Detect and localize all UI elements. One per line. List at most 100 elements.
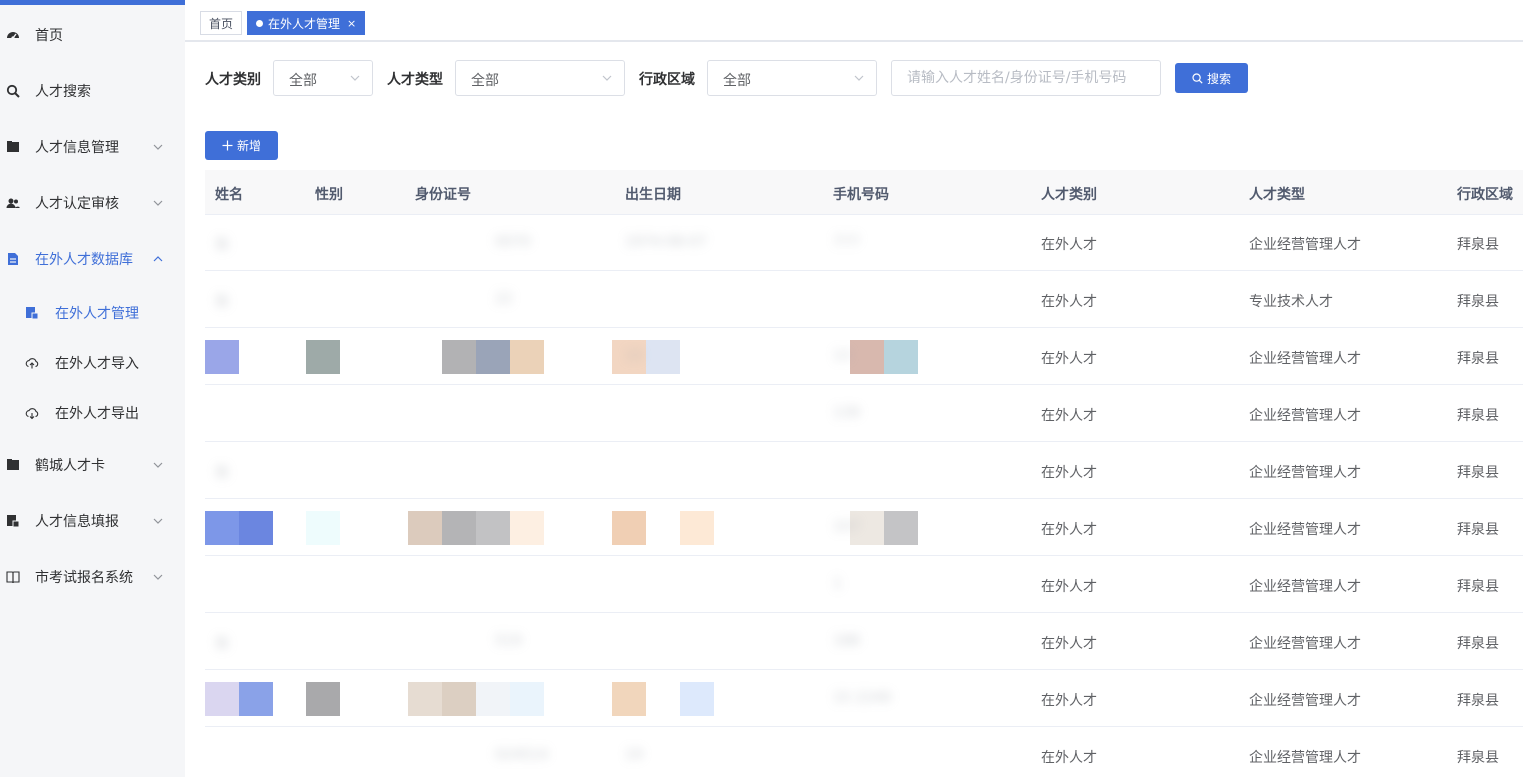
search-input[interactable] [891, 60, 1161, 96]
cell-phone: 1 [833, 576, 842, 592]
cell-region: 拜泉县 [1457, 693, 1499, 709]
add-button[interactable]: 新增 [205, 131, 278, 160]
tab-label: 首页 [209, 16, 234, 31]
column-header-region: 行政区域 [1457, 187, 1513, 203]
tab-home[interactable]: 首页 [200, 11, 243, 35]
redaction-mosaic-block [510, 340, 544, 374]
list-icon [25, 306, 39, 320]
chevron-down-icon [152, 459, 164, 471]
redaction-mosaic-block [205, 682, 239, 716]
tab-external-talent-manage[interactable]: 在外人才管理 × [247, 11, 366, 35]
cell-region: 拜泉县 [1457, 750, 1499, 766]
cell-name: 张 [215, 636, 229, 652]
category-filter-label: 人才类别 [205, 72, 261, 88]
table-row[interactable]: 15 2249 在外人才 企业经营管理人才 拜泉县 [205, 670, 1523, 727]
category-select-value: 全部 [289, 73, 317, 89]
cell-type: 企业经营管理人才 [1249, 693, 1361, 709]
cell-category: 在外人才 [1041, 522, 1097, 538]
sidebar-subitem-external-talent-export[interactable]: 在外人才导出 [0, 388, 185, 438]
redaction-mosaic-block [510, 682, 544, 716]
sidebar-item-label: 人才信息填报 [35, 514, 119, 530]
redaction-mosaic-block [205, 340, 239, 374]
redaction-mosaic-block [612, 682, 646, 716]
table-row[interactable]: 139 在外人才 企业经营管理人才 拜泉县 [205, 385, 1523, 442]
search-button[interactable]: 搜索 [1175, 63, 1248, 93]
column-header-gender: 性别 [315, 187, 343, 203]
chevron-down-icon [152, 571, 164, 583]
sidebar-item-talent-info-fill[interactable]: 人才信息填报 [0, 493, 185, 549]
table-row[interactable]: 张 519 188 在外人才 企业经营管理人才 拜泉县 [205, 613, 1523, 670]
sidebar-item-label: 市考试报名系统 [35, 570, 133, 586]
cell-category: 在外人才 [1041, 408, 1097, 424]
region-filter-label: 行政区域 [639, 72, 695, 88]
sidebar-item-talent-review[interactable]: 人才认定审核 [0, 175, 185, 231]
cell-type: 企业经营管理人才 [1249, 522, 1361, 538]
sidebar-item-external-talent-db[interactable]: 在外人才数据库 [0, 231, 185, 287]
search-icon [1192, 72, 1203, 84]
cell-region: 拜泉县 [1457, 237, 1499, 253]
cell-region: 拜泉县 [1457, 465, 1499, 481]
folder-icon [5, 139, 21, 155]
category-select[interactable]: 全部 [273, 60, 373, 96]
chevron-down-icon [152, 515, 164, 527]
cell-birth-date: 1974-08-07 [625, 234, 707, 250]
redaction-mosaic-block [408, 682, 442, 716]
cell-type: 企业经营管理人才 [1249, 579, 1361, 595]
sidebar-item-label: 人才认定审核 [35, 196, 119, 212]
redaction-mosaic-block [239, 511, 273, 545]
tags-view-bar: 首页 在外人才管理 × [185, 0, 1523, 42]
cloud-upload-icon [25, 356, 39, 370]
region-select[interactable]: 全部 [707, 60, 877, 96]
sidebar-item-label: 鹤城人才卡 [35, 458, 105, 474]
table-row[interactable]: 张 22 在外人才 专业技术人才 拜泉县 [205, 271, 1523, 328]
cell-id-number: 0070 [495, 234, 531, 250]
table-row[interactable]: 13 13 在外人才 企业经营管理人才 拜泉县 [205, 328, 1523, 385]
cell-category: 在外人才 [1041, 579, 1097, 595]
table-row[interactable]: 024514 19 在外人才 企业经营管理人才 拜泉县 [205, 727, 1523, 777]
close-icon[interactable]: × [347, 17, 356, 30]
cell-region: 拜泉县 [1457, 408, 1499, 424]
cell-type: 企业经营管理人才 [1249, 408, 1361, 424]
redaction-mosaic-block [646, 340, 680, 374]
table-row[interactable]: 157 在外人才 企业经营管理人才 拜泉县 [205, 499, 1523, 556]
form-icon [5, 513, 21, 529]
table-row[interactable]: 1 在外人才 企业经营管理人才 拜泉县 [205, 556, 1523, 613]
column-header-type: 人才类型 [1249, 187, 1305, 203]
sidebar-item-talent-search[interactable]: 人才搜索 [0, 63, 185, 119]
cell-category: 在外人才 [1041, 693, 1097, 709]
cell-type: 专业技术人才 [1249, 294, 1333, 310]
chevron-down-icon [152, 197, 164, 209]
redaction-mosaic-block [306, 511, 340, 545]
sidebar-item-label: 人才搜索 [35, 84, 91, 100]
cell-type: 企业经营管理人才 [1249, 636, 1361, 652]
cell-phone: 15 2249 [833, 690, 891, 706]
sidebar-item-exam-registration[interactable]: 市考试报名系统 [0, 549, 185, 605]
users-icon [5, 195, 21, 211]
plus-icon [222, 140, 233, 151]
cell-category: 在外人才 [1041, 465, 1097, 481]
cell-region: 拜泉县 [1457, 522, 1499, 538]
redaction-mosaic-block [612, 511, 646, 545]
table-row[interactable]: 张 0070 1974-08-07 777 在外人才 企业经营管理人才 拜泉县 [205, 214, 1523, 271]
table-row[interactable]: 张 在外人才 企业经营管理人才 拜泉县 [205, 442, 1523, 499]
tab-label: 在外人才管理 [268, 16, 341, 31]
cell-name: 张 [215, 294, 229, 310]
type-filter-label: 人才类型 [387, 72, 443, 88]
sidebar-item-home[interactable]: 首页 [0, 7, 185, 63]
column-header-id-number: 身份证号 [415, 187, 471, 203]
cell-name: 张 [215, 465, 229, 481]
sidebar: 首页 人才搜索 人才信息管理 人才认定审核 在外人才数据库 在外人才管理 在外人… [0, 0, 185, 777]
sidebar-subitem-label: 在外人才管理 [55, 306, 139, 322]
cell-birth-date: 13 [625, 348, 643, 364]
add-button-label: 新增 [236, 139, 261, 153]
sidebar-item-hecheng-talent-card[interactable]: 鹤城人才卡 [0, 437, 185, 493]
cell-category: 在外人才 [1041, 636, 1097, 652]
sidebar-item-talent-info[interactable]: 人才信息管理 [0, 119, 185, 175]
redaction-mosaic-block [680, 682, 714, 716]
type-select[interactable]: 全部 [455, 60, 625, 96]
column-header-category: 人才类别 [1041, 187, 1097, 203]
cell-category: 在外人才 [1041, 750, 1097, 766]
sidebar-subitem-external-talent-import[interactable]: 在外人才导入 [0, 338, 185, 388]
cell-id-number: 519 [495, 633, 522, 649]
sidebar-subitem-external-talent-manage[interactable]: 在外人才管理 [0, 288, 185, 338]
